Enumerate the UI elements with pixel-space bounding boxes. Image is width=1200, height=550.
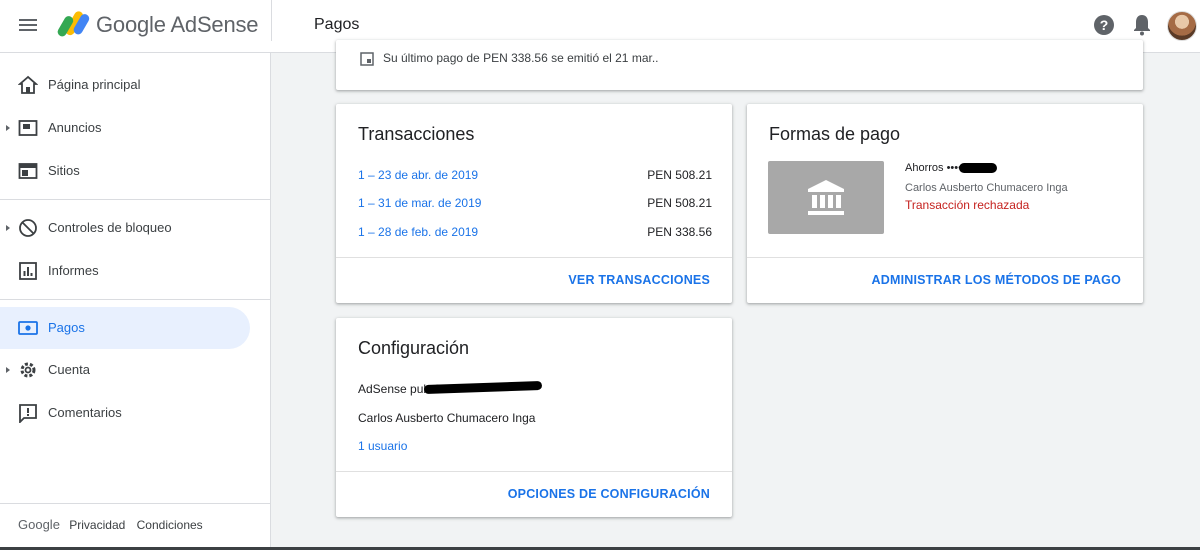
settings-card: Configuración AdSense pub-6 Carlos Ausbe… <box>336 318 732 517</box>
sidebar-item-payments[interactable]: Pagos <box>0 307 250 349</box>
payment-methods-title: Formas de pago <box>769 124 901 144</box>
transaction-amount: PEN 338.56 <box>647 225 712 239</box>
privacy-link[interactable]: Privacidad <box>69 518 125 532</box>
sidebar-item-blocking[interactable]: Controles de bloqueo <box>0 207 250 249</box>
sidebar-divider <box>0 503 270 504</box>
feedback-icon <box>19 404 37 423</box>
card-divider <box>336 257 732 258</box>
sidebar-item-label: Sitios <box>48 163 80 178</box>
bank-tile <box>768 161 884 234</box>
help-icon[interactable]: ? <box>1094 15 1114 35</box>
sidebar-item-label: Anuncios <box>48 120 102 135</box>
settings-options-button[interactable]: OPCIONES DE CONFIGURACIÓN <box>508 487 710 501</box>
menu-icon[interactable] <box>18 16 38 36</box>
payment-methods-card: Formas de pago Ahorros •••• Carlos Ausbe… <box>747 104 1143 303</box>
account-name: Carlos Ausberto Chumacero Inga <box>358 411 536 425</box>
expand-caret-icon[interactable] <box>6 125 10 131</box>
sidebar-item-reports[interactable]: Informes <box>0 250 250 292</box>
redaction-mark <box>423 380 543 395</box>
expand-caret-icon[interactable] <box>6 367 10 373</box>
reports-icon <box>19 262 37 280</box>
adsense-logo-icon <box>57 11 90 37</box>
bank-icon <box>808 180 844 215</box>
expand-caret-icon[interactable] <box>6 225 10 231</box>
sidebar: Página principal Anuncios Sitios Control… <box>0 53 271 547</box>
settings-title: Configuración <box>358 338 470 358</box>
sidebar-divider <box>0 199 270 200</box>
sidebar-item-label: Informes <box>48 263 99 278</box>
transaction-row: 1 – 23 de abr. de 2019 PEN 508.21 <box>358 168 712 188</box>
sidebar-item-home[interactable]: Página principal <box>0 64 250 106</box>
transaction-period-link[interactable]: 1 – 28 de feb. de 2019 <box>358 225 478 239</box>
transaction-amount: PEN 508.21 <box>647 168 712 182</box>
terms-link[interactable]: Condiciones <box>137 518 203 532</box>
transaction-period-link[interactable]: 1 – 31 de mar. de 2019 <box>358 196 481 210</box>
ads-icon <box>18 120 38 136</box>
avatar[interactable] <box>1167 11 1197 41</box>
gear-icon <box>20 362 36 378</box>
header-divider <box>271 0 272 41</box>
sites-icon <box>18 163 38 179</box>
transaction-row: 1 – 31 de mar. de 2019 PEN 508.21 <box>358 196 712 216</box>
transaction-period-link[interactable]: 1 – 23 de abr. de 2019 <box>358 168 478 182</box>
sidebar-item-sites[interactable]: Sitios <box>0 150 250 192</box>
last-payment-text: Su último pago de PEN 338.56 se emitió e… <box>383 51 659 65</box>
sidebar-item-label: Pagos <box>48 320 85 335</box>
payment-status: Transacción rechazada <box>905 198 1030 212</box>
sidebar-item-label: Controles de bloqueo <box>48 220 172 235</box>
sidebar-footer: Google Privacidad Condiciones <box>18 517 211 532</box>
payments-icon <box>18 321 38 335</box>
block-icon <box>19 219 37 237</box>
view-transactions-button[interactable]: VER TRANSACCIONES <box>568 273 710 287</box>
card-divider <box>336 471 732 472</box>
transactions-card: Transacciones 1 – 23 de abr. de 2019 PEN… <box>336 104 732 303</box>
transaction-amount: PEN 508.21 <box>647 196 712 210</box>
payment-note-icon <box>360 52 374 66</box>
sidebar-item-feedback[interactable]: Comentarios <box>0 392 250 434</box>
account-label: Ahorros •••• <box>905 162 962 174</box>
google-wordmark: Google <box>18 517 60 532</box>
sidebar-item-label: Cuenta <box>48 362 90 377</box>
last-payment-card: Su último pago de PEN 338.56 se emitió e… <box>336 40 1143 90</box>
account-holder: Carlos Ausberto Chumacero Inga <box>905 182 1068 194</box>
home-icon <box>18 75 38 94</box>
brand-name: Google AdSense <box>96 12 259 37</box>
redaction-mark <box>959 163 997 173</box>
sidebar-item-label: Página principal <box>48 77 141 92</box>
page-title: Pagos <box>314 16 360 33</box>
transaction-row: 1 – 28 de feb. de 2019 PEN 338.56 <box>358 225 712 245</box>
users-link[interactable]: 1 usuario <box>358 439 407 453</box>
transactions-title: Transacciones <box>358 124 475 144</box>
manage-payment-methods-button[interactable]: ADMINISTRAR LOS MÉTODOS DE PAGO <box>872 273 1122 287</box>
card-divider <box>747 257 1143 258</box>
sidebar-item-ads[interactable]: Anuncios <box>0 107 250 149</box>
sidebar-item-label: Comentarios <box>48 405 122 420</box>
notifications-icon[interactable] <box>1132 14 1152 36</box>
sidebar-item-account[interactable]: Cuenta <box>0 349 250 391</box>
sidebar-divider <box>0 299 270 300</box>
